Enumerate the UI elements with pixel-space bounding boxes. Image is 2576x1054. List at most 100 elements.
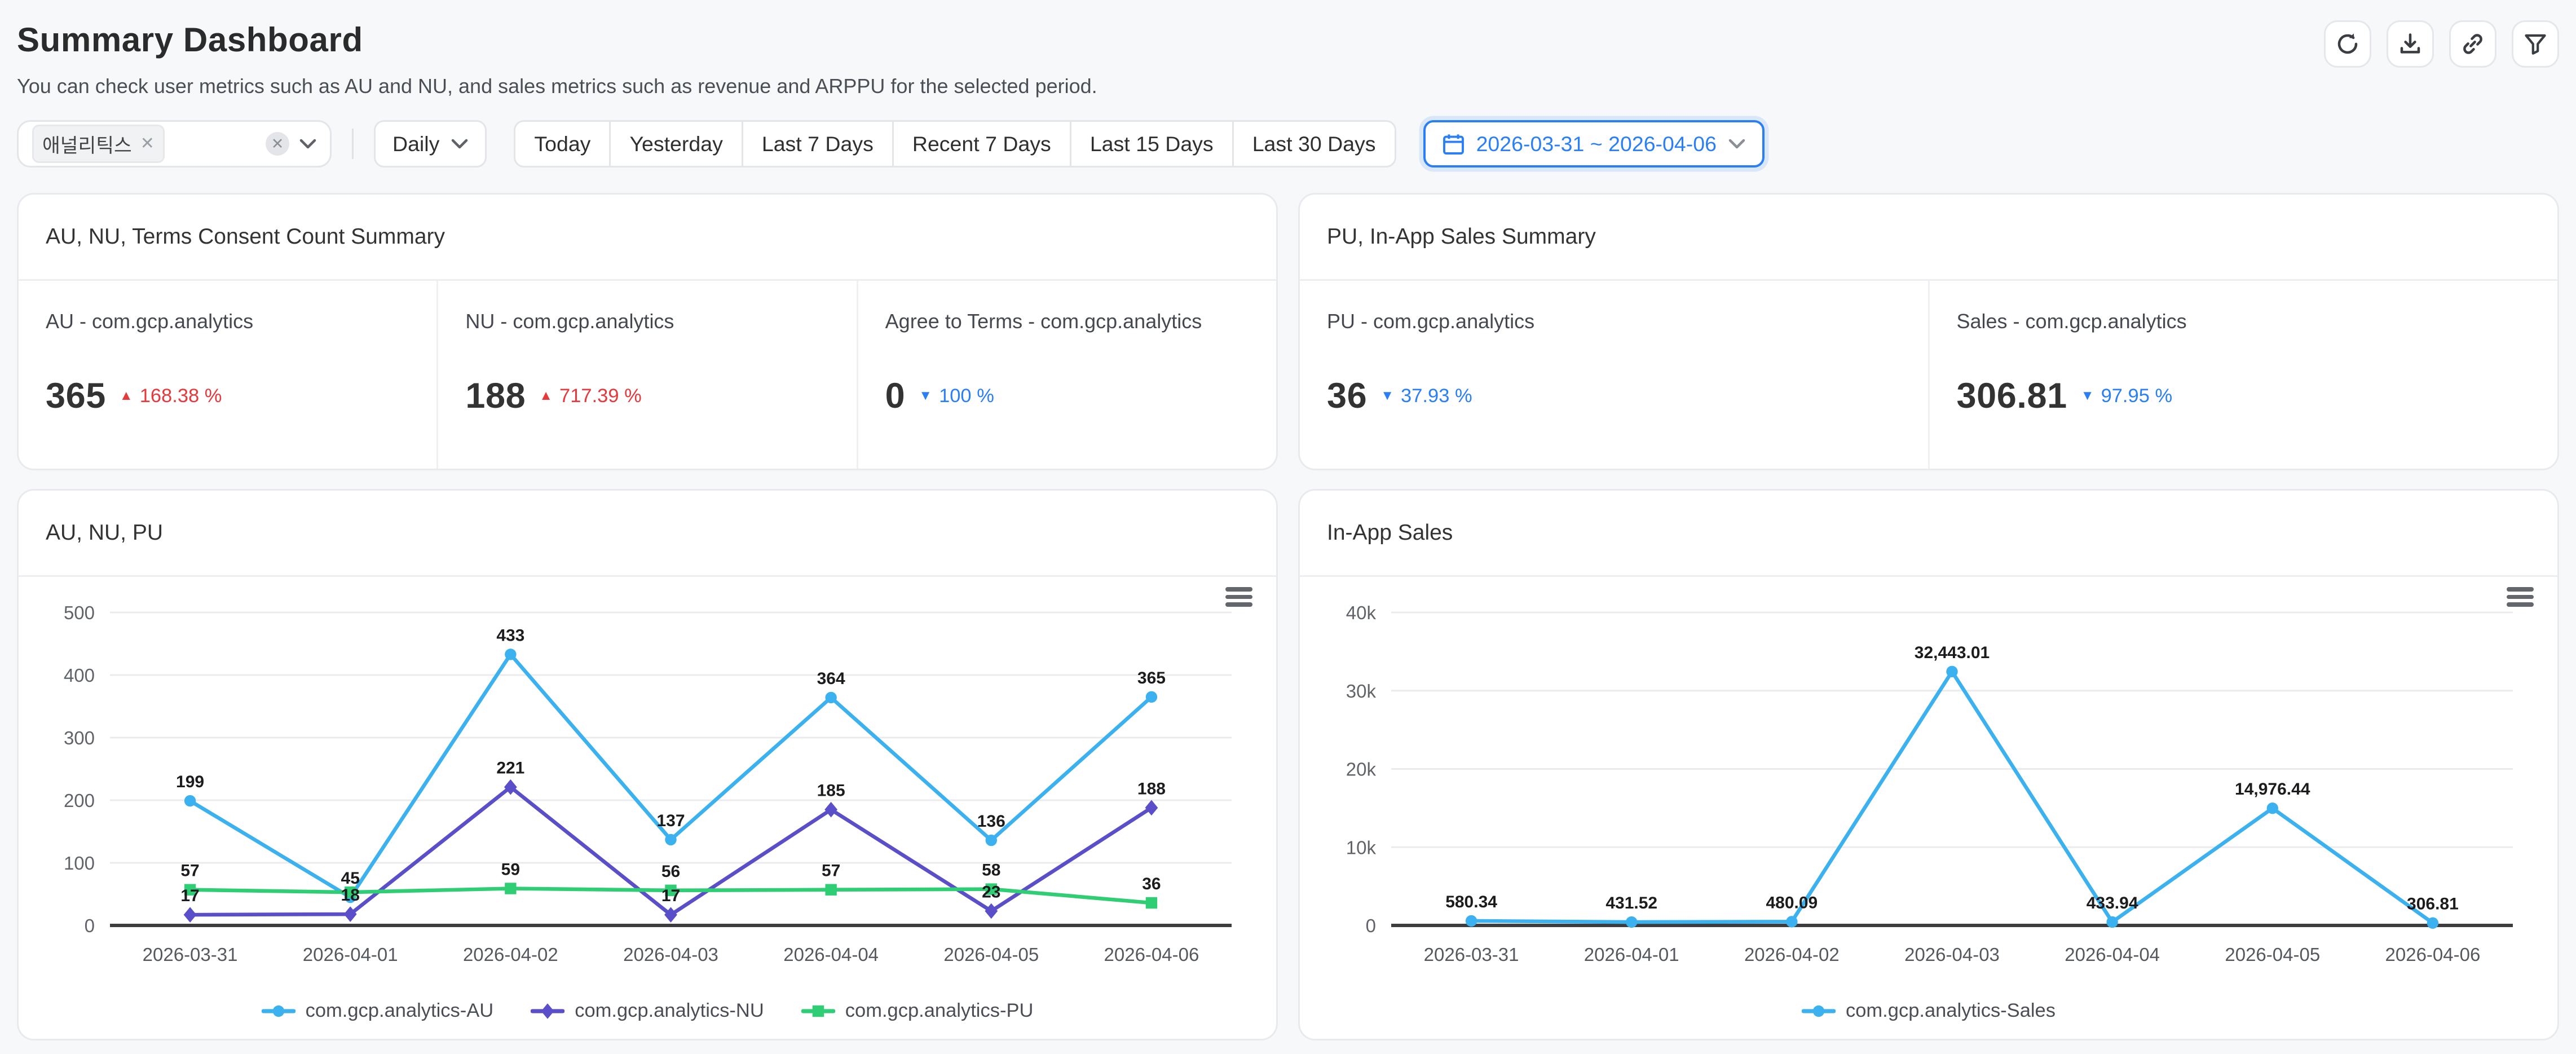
legend-item[interactable]: com.gcp.analytics-Sales <box>1802 1000 2055 1022</box>
summary-card-users: AU, NU, Terms Consent Count Summary AU -… <box>17 193 1278 470</box>
range-last15-button[interactable]: Last 15 Days <box>1070 120 1234 167</box>
tag-remove-icon[interactable]: ✕ <box>140 135 155 152</box>
legend-label: com.gcp.analytics-Sales <box>1846 1000 2055 1022</box>
clear-selection-icon[interactable]: ✕ <box>266 132 289 156</box>
granularity-value: Daily <box>392 132 439 156</box>
svg-text:185: 185 <box>817 782 845 800</box>
legend-label: com.gcp.analytics-AU <box>306 1000 494 1022</box>
diamond-legend-marker-icon <box>531 1003 564 1020</box>
divider <box>352 129 354 159</box>
line-chart-sales[interactable]: 0 10k 20k 30k 40k 2026-03-31 2026-04-01 2026-04… <box>1324 587 2534 990</box>
svg-text:433: 433 <box>496 626 524 645</box>
range-recent7-button[interactable]: Recent 7 Days <box>892 120 1071 167</box>
metric-label: Sales - com.gcp.analytics <box>1957 310 2531 333</box>
svg-text:2026-04-03: 2026-04-03 <box>623 944 718 965</box>
svg-text:10k: 10k <box>1346 837 1377 858</box>
legend-item[interactable]: com.gcp.analytics-NU <box>531 1000 764 1022</box>
filter-icon <box>2524 32 2547 56</box>
chart-title: AU, NU, PU <box>46 521 163 545</box>
filter-bar: 애널리틱스 ✕ ✕ Daily Today Yesterday Last 7 D… <box>17 120 2559 167</box>
svg-text:200: 200 <box>64 790 95 811</box>
chart-body: 0 10k 20k 30k 40k 2026-03-31 2026-04-01 2026-04… <box>1300 577 2557 1039</box>
page-title: Summary Dashboard <box>17 20 1097 59</box>
svg-text:57: 57 <box>822 862 840 880</box>
share-link-button[interactable] <box>2449 20 2496 68</box>
range-yesterday-button[interactable]: Yesterday <box>609 120 743 167</box>
chart-legend: com.gcp.analytics-AU com.gcp.analytics-NU… <box>42 1000 1252 1022</box>
svg-text:45: 45 <box>341 869 360 888</box>
range-last30-button[interactable]: Last 30 Days <box>1232 120 1396 167</box>
app-tag-label: 애널리틱스 <box>42 130 132 158</box>
svg-text:56: 56 <box>661 862 680 881</box>
svg-text:23: 23 <box>982 883 1000 901</box>
circle-legend-marker-icon <box>262 1003 295 1020</box>
link-icon <box>2461 32 2485 56</box>
svg-text:431.52: 431.52 <box>1605 894 1657 912</box>
svg-text:0: 0 <box>1366 915 1376 936</box>
date-range-picker[interactable]: 2026-03-31 ~ 2026-04-06 <box>1423 120 1765 167</box>
metric-pu: PU - com.gcp.analytics 36 37.93 % <box>1300 281 1928 469</box>
svg-text:30k: 30k <box>1346 681 1377 702</box>
metric-change-down: 37.93 % <box>1380 385 1472 407</box>
svg-text:58: 58 <box>982 861 1000 880</box>
svg-text:137: 137 <box>656 812 685 830</box>
refresh-button[interactable] <box>2324 20 2371 68</box>
svg-text:14,976.44: 14,976.44 <box>2235 780 2310 799</box>
date-range-value: 2026-03-31 ~ 2026-04-06 <box>1476 132 1717 156</box>
metric-value: 365 <box>46 376 106 416</box>
chart-legend: com.gcp.analytics-Sales <box>1324 1000 2534 1022</box>
calendar-icon <box>1443 133 1465 155</box>
legend-item[interactable]: com.gcp.analytics-PU <box>801 1000 1034 1022</box>
svg-text:2026-03-31: 2026-03-31 <box>1424 944 1519 965</box>
metric-label: AU - com.gcp.analytics <box>46 310 409 333</box>
granularity-select[interactable]: Daily <box>374 120 487 167</box>
line-chart-au-nu-pu[interactable]: 01002003004005002026-03-312026-04-012026… <box>42 587 1252 990</box>
refresh-icon <box>2336 32 2359 56</box>
svg-text:188: 188 <box>1137 779 1166 798</box>
metric-au: AU - com.gcp.analytics 365 168.38 % <box>19 281 436 469</box>
chevron-down-icon <box>1728 139 1745 149</box>
metric-terms: Agree to Terms - com.gcp.analytics 0 100… <box>857 281 1276 469</box>
chart-body: 01002003004005002026-03-312026-04-012026… <box>19 577 1276 1039</box>
metric-change-up: 168.38 % <box>120 385 222 407</box>
download-icon <box>2398 32 2422 56</box>
svg-text:480.09: 480.09 <box>1766 893 1818 912</box>
chart-title: In-App Sales <box>1327 521 1453 545</box>
svg-text:2026-04-04: 2026-04-04 <box>783 944 879 965</box>
metric-label: Agree to Terms - com.gcp.analytics <box>885 310 1249 333</box>
page-subtitle: You can check user metrics such as AU an… <box>17 74 1097 98</box>
download-button[interactable] <box>2387 20 2434 68</box>
metric-label: NU - com.gcp.analytics <box>465 310 829 333</box>
svg-text:2026-04-04: 2026-04-04 <box>2065 944 2160 965</box>
metric-nu: NU - com.gcp.analytics 188 717.39 % <box>436 281 856 469</box>
card-title: AU, NU, Terms Consent Count Summary <box>46 224 445 249</box>
svg-text:364: 364 <box>817 669 845 688</box>
svg-text:59: 59 <box>501 861 520 879</box>
metric-change-up: 717.39 % <box>539 385 642 407</box>
page-header: Summary Dashboard You can check user met… <box>17 20 1097 98</box>
app-multiselect[interactable]: 애널리틱스 ✕ ✕ <box>17 120 332 167</box>
svg-text:500: 500 <box>64 602 95 623</box>
svg-text:2026-04-01: 2026-04-01 <box>1584 944 1679 965</box>
svg-text:365: 365 <box>1137 669 1166 687</box>
metric-label: PU - com.gcp.analytics <box>1327 310 1901 333</box>
svg-text:2026-04-05: 2026-04-05 <box>2225 944 2320 965</box>
svg-text:0: 0 <box>85 915 95 936</box>
metric-sales: Sales - com.gcp.analytics 306.81 97.95 % <box>1928 281 2558 469</box>
svg-text:300: 300 <box>64 727 95 748</box>
svg-text:199: 199 <box>176 773 204 791</box>
svg-text:400: 400 <box>64 665 95 686</box>
chart-menu-icon[interactable] <box>1225 584 1252 610</box>
card-title: PU, In-App Sales Summary <box>1327 224 1596 249</box>
range-last7-button[interactable]: Last 7 Days <box>742 120 894 167</box>
svg-text:2026-04-03: 2026-04-03 <box>1904 944 2000 965</box>
filter-button[interactable] <box>2512 20 2559 68</box>
chevron-down-icon <box>299 139 316 149</box>
range-today-button[interactable]: Today <box>514 120 611 167</box>
svg-text:2026-04-02: 2026-04-02 <box>1744 944 1840 965</box>
svg-text:40k: 40k <box>1346 602 1377 623</box>
legend-item[interactable]: com.gcp.analytics-AU <box>262 1000 494 1022</box>
dashboard-page: Summary Dashboard You can check user met… <box>0 0 2576 1054</box>
svg-text:20k: 20k <box>1346 759 1377 780</box>
chart-menu-icon[interactable] <box>2507 584 2534 610</box>
